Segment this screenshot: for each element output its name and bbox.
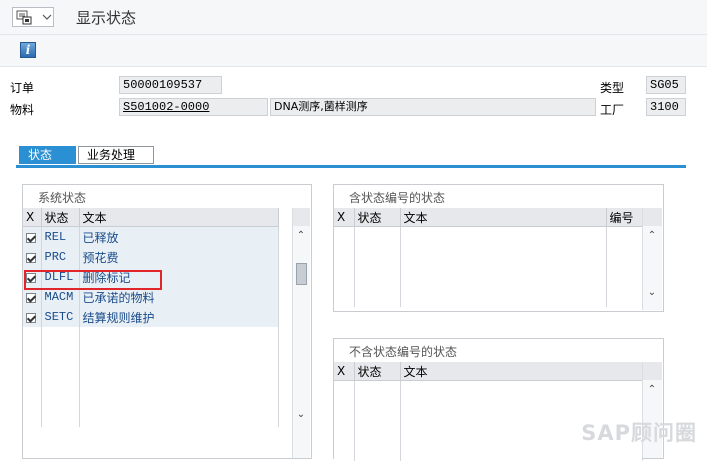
status-code: SETC [41, 307, 80, 327]
status-with-number-table: X 状态 文本 编号 [334, 208, 643, 307]
status-text: 已释放 [79, 226, 279, 247]
row-checkbox[interactable] [26, 292, 36, 303]
table-row[interactable]: MACM 已承诺的物料 [23, 287, 279, 307]
table-row[interactable] [334, 247, 643, 267]
table-row[interactable] [334, 287, 643, 307]
table-row[interactable] [334, 267, 643, 287]
table-row[interactable] [23, 407, 279, 427]
table-row[interactable] [334, 226, 643, 247]
column-header-x[interactable]: X [334, 208, 355, 227]
row-checkbox[interactable] [26, 312, 36, 323]
type-field[interactable]: SG05 [646, 76, 686, 94]
menu-icon [16, 10, 52, 25]
plant-field[interactable]: 3100 [646, 98, 686, 116]
status-with-number-scrollbar[interactable]: ⌃ ⌄ [642, 208, 662, 310]
column-header-x[interactable]: X [334, 362, 355, 381]
order-field[interactable]: 50000109537 [119, 76, 222, 94]
watermark-logo: SAP顾问圈 [581, 421, 697, 445]
material-field[interactable]: S501002-0000 [119, 98, 268, 116]
tab-underline [16, 165, 686, 168]
row-checkbox[interactable] [26, 252, 36, 263]
column-header-text[interactable]: 文本 [400, 208, 607, 227]
row-checkbox[interactable] [26, 232, 36, 243]
type-label: 类型 [600, 81, 625, 95]
table-row[interactable] [23, 347, 279, 367]
menu-button[interactable] [12, 7, 54, 27]
column-header-x[interactable]: X [23, 208, 42, 227]
plant-label: 工厂 [600, 103, 625, 117]
scroll-up-icon[interactable]: ⌃ [643, 384, 661, 395]
material-label: 物料 [10, 103, 35, 117]
table-row[interactable]: PRC 预花费 [23, 247, 279, 267]
column-header-number[interactable]: 编号 [606, 208, 643, 227]
system-status-scrollbar[interactable]: ⌃ ⌄ [292, 208, 310, 458]
status-code: MACM [41, 287, 80, 307]
status-text: 结算规则维护 [79, 307, 279, 327]
table-row[interactable]: SETC 结算规则维护 [23, 307, 279, 327]
tab-business-process[interactable]: 业务处理 [78, 146, 154, 164]
tab-status[interactable]: 状态 [19, 146, 76, 164]
column-header-status[interactable]: 状态 [354, 208, 401, 227]
status-code: PRC [41, 247, 80, 267]
table-row[interactable] [23, 367, 279, 387]
scroll-up-icon[interactable]: ⌃ [643, 230, 661, 241]
toolbar [0, 35, 707, 67]
column-header-text[interactable]: 文本 [79, 208, 279, 227]
status-text: 预花费 [79, 247, 279, 267]
table-row[interactable]: REL 已释放 [23, 226, 279, 247]
scroll-thumb[interactable] [296, 263, 307, 285]
order-label: 订单 [10, 81, 35, 95]
info-icon[interactable]: i [20, 42, 36, 58]
page-title: 显示状态 [76, 9, 137, 27]
table-row[interactable] [334, 380, 643, 401]
table-row[interactable] [23, 327, 279, 347]
scroll-down-icon[interactable]: ⌄ [293, 409, 309, 420]
highlight-box [24, 270, 162, 290]
system-status-title: 系统状态 [36, 189, 89, 206]
material-description: DNA测序,菌样测序 [270, 98, 596, 116]
status-without-number-title: 不含状态编号的状态 [347, 343, 460, 360]
status-text: 已承诺的物料 [79, 287, 279, 307]
status-with-number-title: 含状态编号的状态 [347, 189, 448, 206]
status-code: REL [41, 226, 80, 247]
column-header-text[interactable]: 文本 [400, 362, 643, 381]
table-row[interactable] [23, 387, 279, 407]
scroll-up-icon[interactable]: ⌃ [293, 230, 309, 241]
system-status-table: X 状态 文本 REL 已释放 PRC 预花费 DLFL 删除标记 MACM 已… [23, 208, 279, 427]
column-header-status[interactable]: 状态 [354, 362, 401, 381]
scroll-down-icon[interactable]: ⌄ [643, 287, 661, 298]
column-header-status[interactable]: 状态 [41, 208, 80, 227]
